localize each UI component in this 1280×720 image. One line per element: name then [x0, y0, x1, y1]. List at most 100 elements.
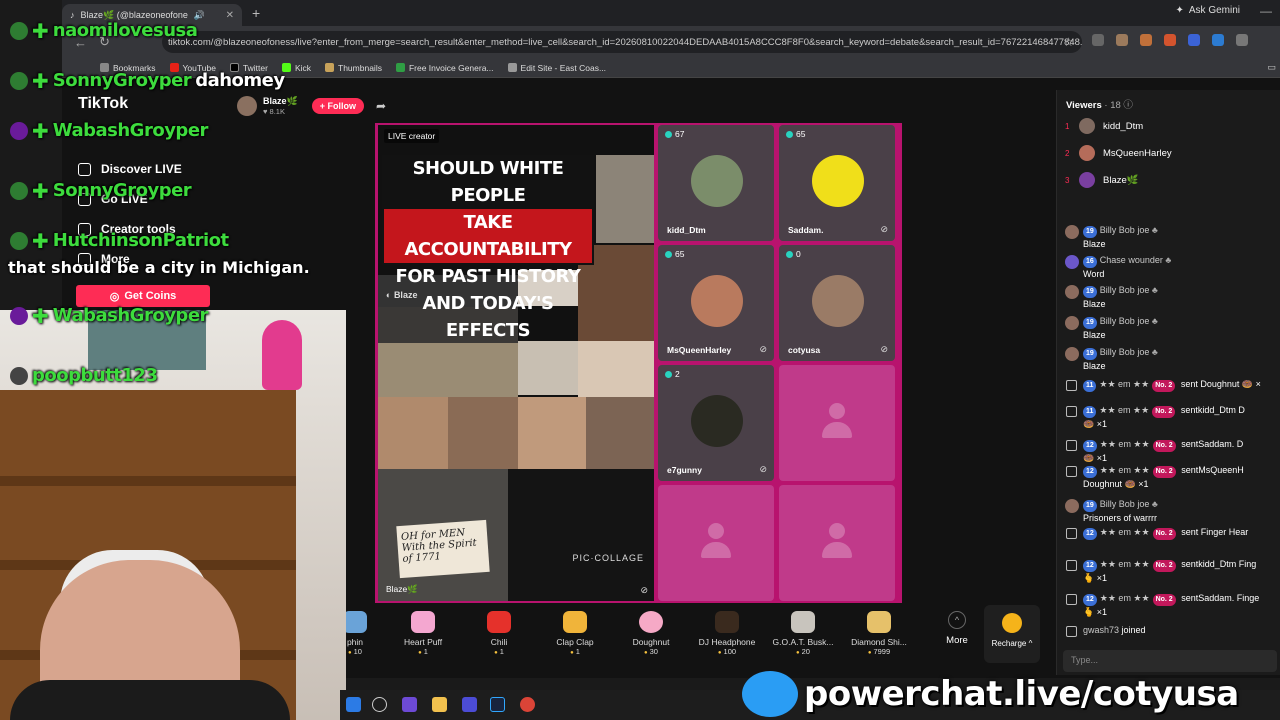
extension-icon[interactable] — [1140, 34, 1152, 46]
app-icon[interactable] — [462, 697, 477, 712]
chat-message[interactable]: 16 Chase wounder ♣ Word — [1065, 254, 1280, 280]
guest-score: 0 — [786, 249, 801, 259]
bookmark-item[interactable]: Free Invoice Genera... — [395, 63, 494, 73]
chrome-icon[interactable] — [520, 697, 535, 712]
guest-tile[interactable]: 65 Saddam. ⊘ — [779, 125, 895, 241]
chat-username[interactable]: Billy Bob joe — [1100, 225, 1150, 235]
chat-username[interactable]: ★★ em ★★ — [1099, 405, 1149, 415]
chat-username[interactable]: Billy Bob joe — [1100, 347, 1150, 357]
chat-username[interactable]: ★★ em ★★ — [1100, 559, 1150, 569]
rank-badge: No. 2 — [1152, 594, 1176, 606]
photoshop-icon[interactable] — [490, 697, 505, 712]
chat-username[interactable]: ★★ em ★★ — [1100, 527, 1150, 537]
all-bookmarks-icon[interactable]: ▭ — [1267, 62, 1276, 73]
chat-message-body: 19 Billy Bob joe ♣ Prisoners of warrrr — [1083, 498, 1280, 524]
gift-price: 20 — [768, 647, 838, 656]
extension-icon[interactable] — [1212, 34, 1224, 46]
collage-photo — [508, 469, 654, 601]
avatar[interactable] — [237, 96, 257, 116]
folder-icon[interactable] — [432, 697, 447, 712]
app-icon[interactable] — [402, 697, 417, 712]
chat-text: Blaze — [1083, 239, 1106, 249]
chat-text: 🫰 ×1 — [1083, 607, 1107, 617]
sidebar-item-discover-live[interactable]: Discover LIVE — [78, 162, 182, 176]
chat-gift-message[interactable]: 12 ★★ em ★★ No. 2 sent Finger Hear — [1065, 526, 1280, 540]
dolphin-gift-icon — [343, 611, 367, 633]
gift-item[interactable]: Clap Clap1 — [540, 611, 610, 656]
chat-gift-message[interactable]: 12 ★★ em ★★ No. 2 sentkidd_Dtm Fing 🫰 ×1 — [1065, 558, 1280, 584]
chat-gift-message[interactable]: 11 ★★ em ★★ No. 2 sentkidd_Dtm D 🍩 ×1 — [1065, 404, 1280, 430]
new-tab-button[interactable]: + — [252, 5, 260, 21]
chat-message[interactable]: 19 Billy Bob joe ♣ Blaze — [1065, 346, 1280, 372]
chat-gift-message[interactable]: 12 ★★ em ★★ No. 2 sentSaddam. Finge 🫰 ×1 — [1065, 592, 1280, 618]
chili-gift-icon — [487, 611, 511, 633]
gift-item[interactable]: Heart Puff1 — [388, 611, 458, 656]
bookmark-star-icon[interactable]: ☆ — [1063, 35, 1074, 49]
guest-tile[interactable]: 65 MsQueenHarley ⊘ — [658, 245, 774, 361]
close-tab-icon[interactable]: ✕ — [226, 10, 234, 21]
window-controls[interactable]: — — [1260, 4, 1272, 18]
chat-gift-message[interactable]: 11 ★★ em ★★ No. 2 sent Doughnut 🍩 × — [1065, 378, 1280, 392]
guest-tile[interactable]: 0 cotyusa ⊘ — [779, 245, 895, 361]
viewer-row[interactable]: 2 MsQueenHarley — [1065, 145, 1172, 161]
chat-message[interactable]: 19 Billy Bob joe ♣ Blaze — [1065, 315, 1280, 341]
viewers-header: Viewers · 18 ⓘ — [1066, 97, 1133, 111]
extension-icon[interactable] — [1164, 34, 1176, 46]
empty-guest-slot[interactable] — [658, 485, 774, 601]
chat-username[interactable]: ★★ em ★★ — [1100, 593, 1150, 603]
bookmark-item[interactable]: Edit Site - East Coas... — [507, 63, 606, 73]
overlay-chat-line: poopbutt123 — [10, 365, 158, 386]
app-icon[interactable] — [346, 697, 361, 712]
recharge-button[interactable]: Recharge ^ — [984, 605, 1040, 663]
chat-username[interactable]: Billy Bob joe — [1100, 316, 1150, 326]
host-name[interactable]: Blaze🌿 — [263, 96, 298, 107]
guest-tile[interactable]: 67 kidd_Dtm — [658, 125, 774, 241]
empty-guest-slot[interactable] — [779, 365, 895, 481]
ask-gemini-button[interactable]: ✦ Ask Gemini — [1175, 5, 1240, 16]
extension-icon[interactable] — [1092, 34, 1104, 46]
gift-item[interactable]: G.O.A.T. Busk...20 — [768, 611, 838, 656]
guest-tile[interactable]: 2 e7gunny ⊘ — [658, 365, 774, 481]
info-icon[interactable]: ⓘ — [1123, 100, 1133, 111]
address-bar[interactable]: tiktok.com/@blazeoneofoness/live?enter_f… — [162, 31, 1082, 53]
gift-item[interactable]: DJ Headphone100 — [692, 611, 762, 656]
chat-username[interactable]: gwash73 — [1083, 625, 1119, 635]
gift-item[interactable]: Diamond Shi...7999 — [844, 611, 914, 656]
get-coins-button[interactable]: ◎ Get Coins — [76, 285, 210, 307]
chat-message[interactable]: 19 Billy Bob joe ♣ Prisoners of warrrr — [1065, 498, 1280, 524]
guest-name: kidd_Dtm — [667, 225, 706, 235]
chat-username[interactable]: ★★ em ★★ — [1099, 379, 1149, 389]
settings-icon[interactable] — [372, 697, 387, 712]
subscriber-badge-icon — [10, 71, 28, 90]
gift-item[interactable]: Doughnut30 — [616, 611, 686, 656]
chat-username[interactable]: ★★ em ★★ — [1100, 439, 1150, 449]
bookmark-item[interactable]: Kick — [281, 63, 311, 73]
cross-icon: ✚ — [32, 228, 49, 253]
chat-username[interactable]: Chase wounder — [1100, 255, 1163, 265]
chat-username[interactable]: ★★ em ★★ — [1100, 465, 1150, 475]
speaker-icon[interactable]: 🔊 — [194, 10, 205, 21]
host-video[interactable]: SHOULD WHITE PEOPLE TAKE ACCOUNTABILITY … — [378, 125, 654, 601]
chat-join-message[interactable]: gwash73 joined — [1065, 624, 1280, 637]
extension-icon[interactable] — [1188, 34, 1200, 46]
tiktok-logo[interactable]: TikTok — [78, 95, 128, 113]
viewer-row[interactable]: 1 kidd_Dtm — [1065, 118, 1143, 134]
extension-icon[interactable] — [1116, 34, 1128, 46]
goat-gift-icon — [791, 611, 815, 633]
gift-item[interactable]: Chili1 — [464, 611, 534, 656]
chat-message-body: 12 ★★ em ★★ No. 2 sentSaddam. Finge 🫰 ×1 — [1083, 592, 1280, 618]
chat-gift-message[interactable]: 12 ★★ em ★★ No. 2 sentSaddam. D 🍩 ×1 — [1065, 438, 1280, 464]
chat-username[interactable]: Billy Bob joe — [1100, 499, 1150, 509]
share-icon[interactable]: ➦ — [376, 99, 386, 113]
follow-button[interactable]: + Follow — [311, 98, 364, 114]
more-gifts-button[interactable]: ^ More — [935, 611, 979, 646]
empty-guest-slot[interactable] — [779, 485, 895, 601]
chat-gift-message[interactable]: 12 ★★ em ★★ No. 2 sentMsQueenH Doughnut 🍩 ×… — [1065, 464, 1280, 490]
chat-message[interactable]: 19 Billy Bob joe ♣ Blaze — [1065, 284, 1280, 310]
bookmark-item[interactable]: Thumbnails — [325, 63, 382, 73]
chat-message[interactable]: 19 Billy Bob joe ♣ Blaze — [1065, 224, 1280, 250]
title-line: SHOULD WHITE PEOPLE — [412, 158, 564, 206]
chat-username[interactable]: Billy Bob joe — [1100, 285, 1150, 295]
viewer-row[interactable]: 3 Blaze🌿 — [1065, 172, 1139, 188]
puzzle-icon[interactable] — [1236, 34, 1248, 46]
